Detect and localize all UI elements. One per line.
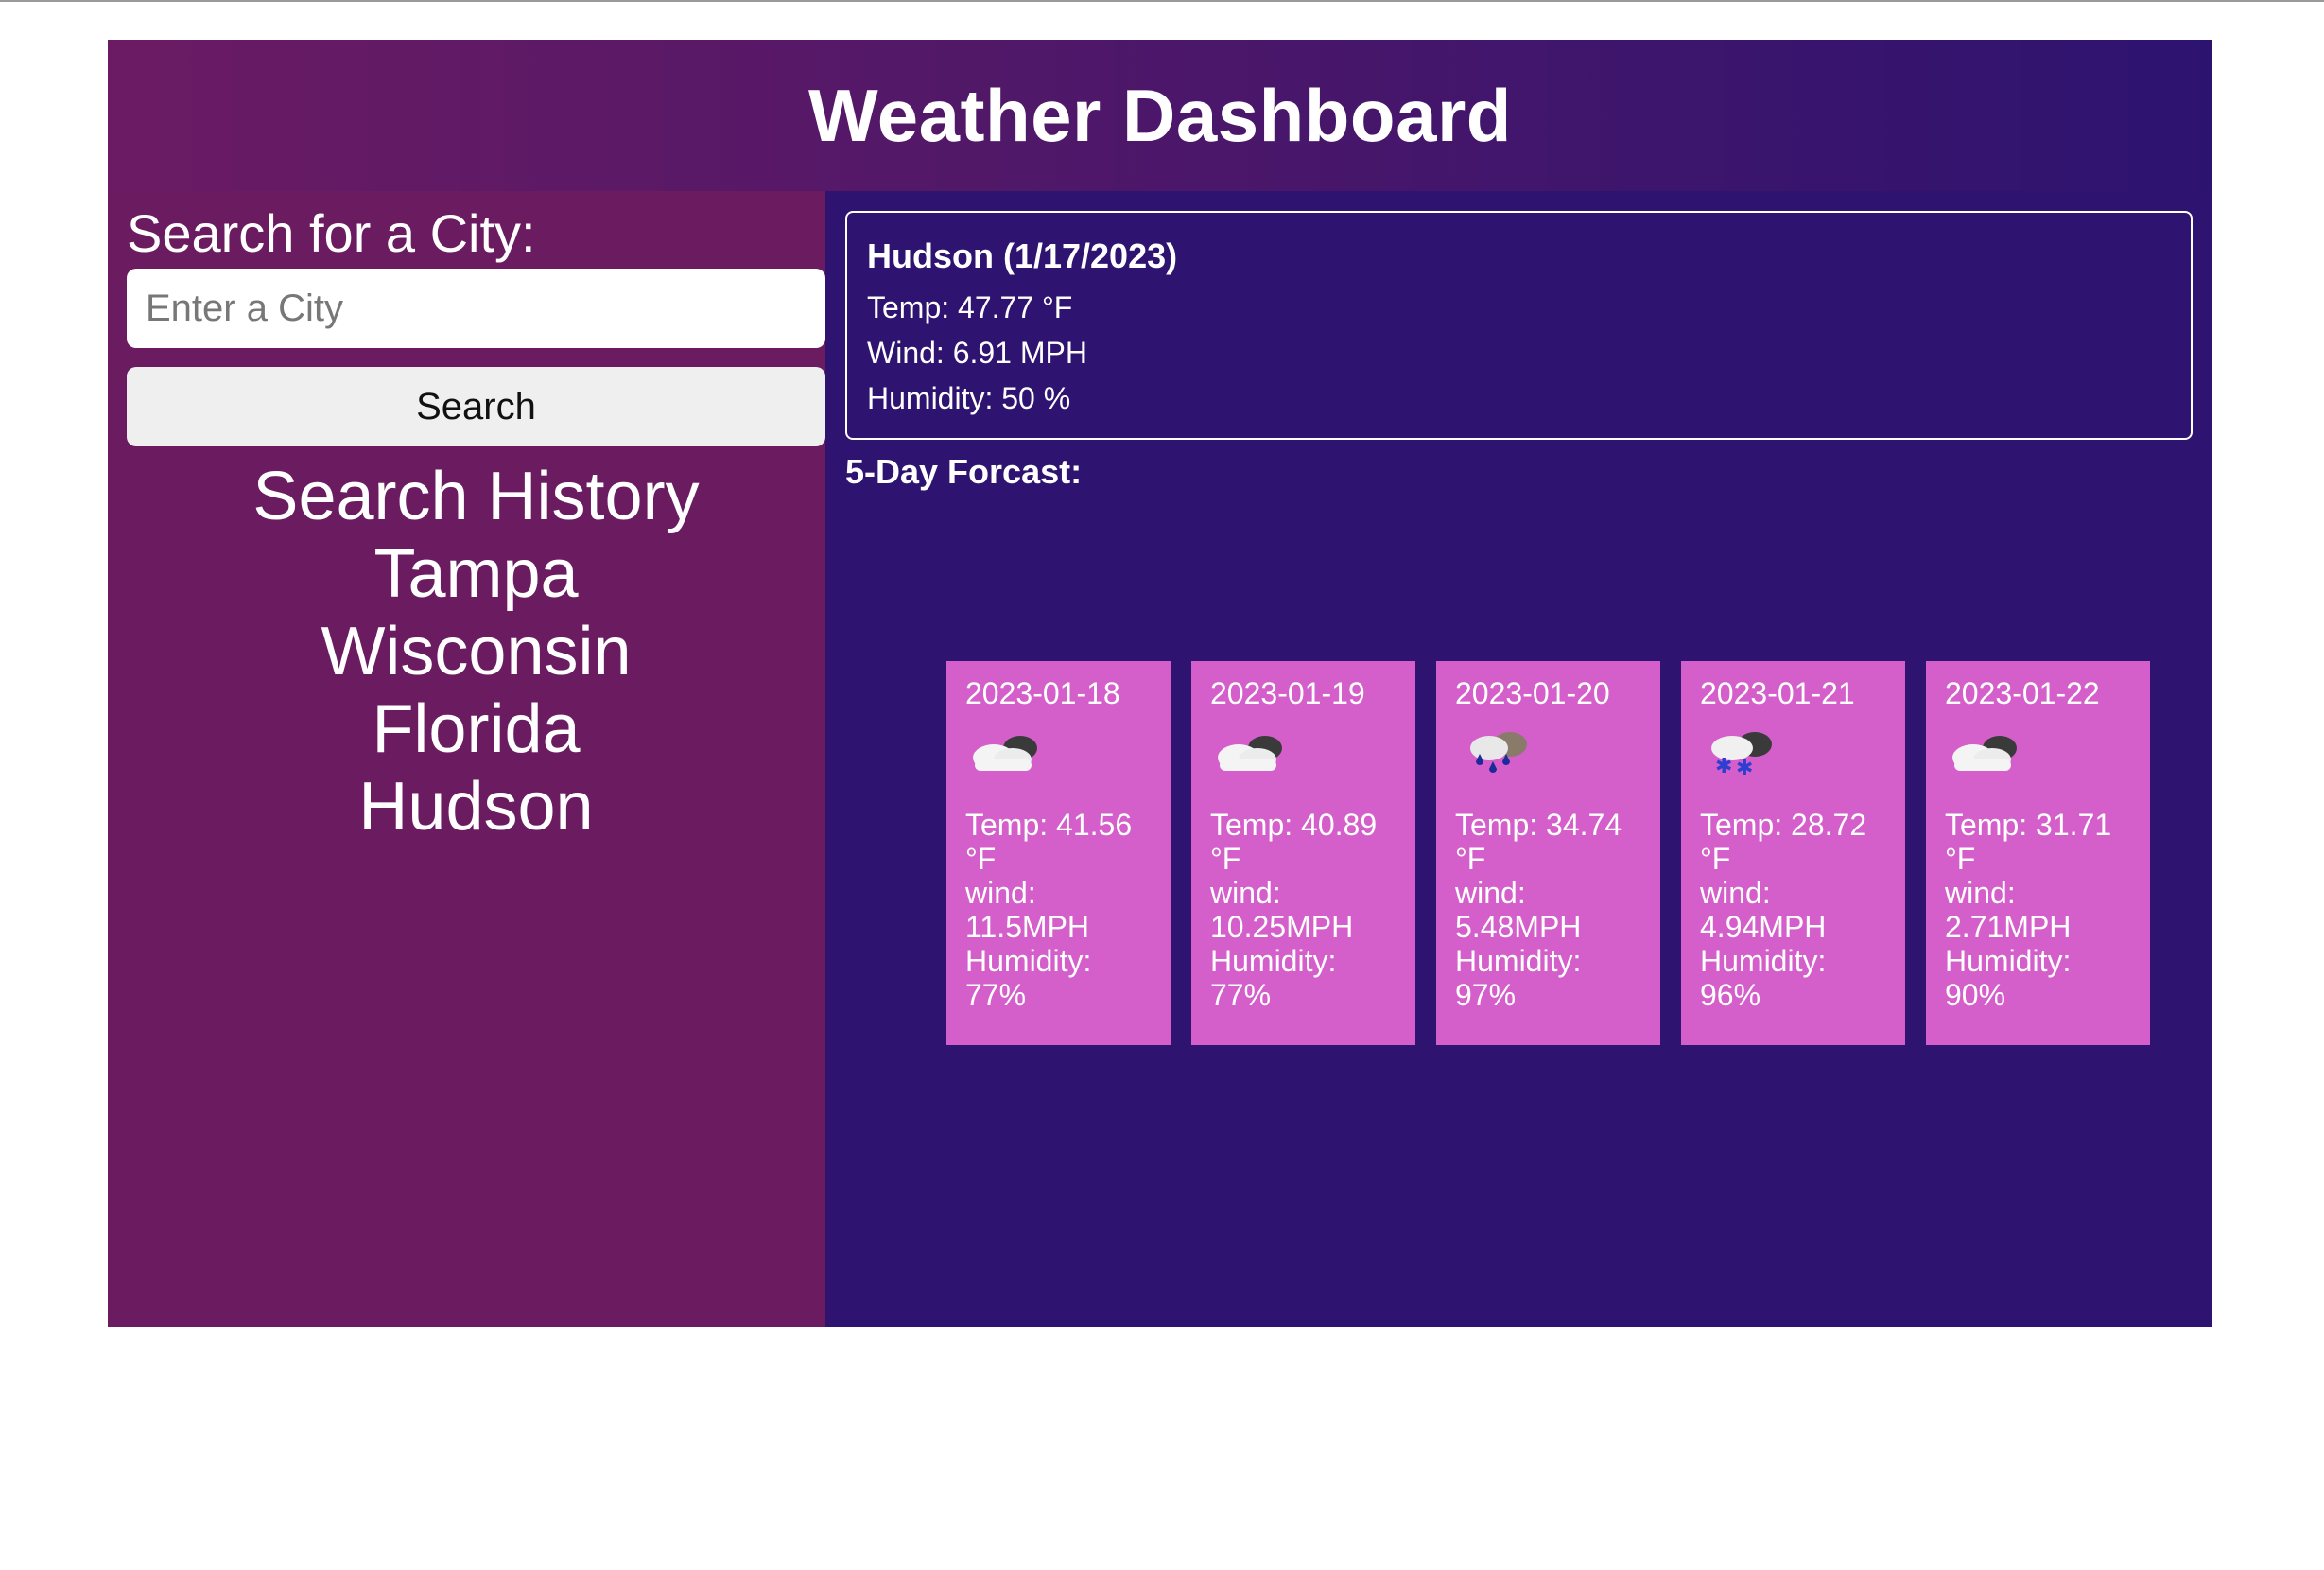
forecast-humidity: 77%: [1210, 978, 1272, 1012]
current-wind: Wind: 6.91 MPH: [867, 336, 1087, 370]
svg-text:✱: ✱: [1715, 755, 1732, 778]
snow-icon: ✱ ✱: [1711, 732, 1772, 780]
forecast-card: 2023-01-19 Temp: 40.89 °F wind: 10.25MPH…: [1191, 661, 1415, 1045]
forecast-humidity-label: Humidity:: [1945, 944, 2072, 978]
forecast-wind: 2.71MPH: [1945, 910, 2072, 944]
forecast-humidity-label: Humidity:: [1455, 944, 1582, 978]
forecast-date: 2023-01-21: [1700, 676, 1855, 710]
page-title: Weather Dashboard: [808, 73, 1512, 157]
forecast-wind-label: wind:: [1455, 876, 1526, 910]
search-button[interactable]: Search: [127, 367, 825, 446]
current-weather-card: Hudson (1/17/2023) Temp: 47.77 °F Wind: …: [845, 211, 2193, 440]
search-sidebar: Search for a City: Search Search History…: [108, 191, 825, 1327]
current-city-title: Hudson (1/17/2023): [867, 236, 1178, 275]
weather-dashboard-app: Weather Dashboard Search for a City: Sea…: [108, 40, 2212, 1327]
forecast-temp-unit: °F: [1945, 842, 1976, 876]
weather-main-panel: Hudson (1/17/2023) Temp: 47.77 °F Wind: …: [825, 191, 2212, 1327]
forecast-wind: 5.48MPH: [1455, 910, 1582, 944]
forecast-card: 2023-01-20 Temp: 34.74 °F wind: 5.48MPH …: [1436, 661, 1660, 1045]
current-humidity: Humidity: 50 %: [867, 381, 1071, 415]
forecast-temp-unit: °F: [1210, 842, 1241, 876]
forecast-temp: Temp: 28.72: [1700, 808, 1867, 842]
history-item-tampa[interactable]: Tampa: [127, 535, 825, 613]
forecast-wind-label: wind:: [1945, 876, 2016, 910]
forecast-temp-unit: °F: [965, 842, 997, 876]
forecast-row: 2023-01-18 Temp: 41.56 °F wind: 11.5MPH …: [946, 661, 2150, 1045]
cloudy-icon: [973, 736, 1037, 771]
svg-text:✱: ✱: [1736, 757, 1753, 780]
forecast-date: 2023-01-19: [1210, 676, 1365, 710]
dashboard-body: Search for a City: Search Search History…: [108, 191, 2212, 1327]
forecast-date: 2023-01-20: [1455, 676, 1610, 710]
forecast-temp: Temp: 31.71: [1945, 808, 2112, 842]
history-item-hudson[interactable]: Hudson: [127, 768, 825, 846]
forecast-title: 5-Day Forcast:: [845, 452, 1083, 491]
current-temp: Temp: 47.77 °F: [867, 290, 1073, 324]
forecast-temp-unit: °F: [1700, 842, 1731, 876]
cloudy-icon: [1218, 736, 1282, 771]
city-search-input[interactable]: [127, 269, 825, 348]
forecast-wind: 10.25MPH: [1210, 910, 1354, 944]
page-header: Weather Dashboard: [108, 40, 2212, 191]
forecast-humidity: 97%: [1455, 978, 1517, 1012]
search-history-title: Search History: [252, 459, 700, 534]
forecast-temp: Temp: 40.89: [1210, 808, 1378, 842]
forecast-date: 2023-01-22: [1945, 676, 2100, 710]
rain-icon: [1470, 732, 1527, 773]
forecast-card: 2023-01-21 ✱ ✱ Temp: 28.72 °F wind: 4.94…: [1681, 661, 1905, 1045]
forecast-date: 2023-01-18: [965, 676, 1120, 710]
top-border: [0, 0, 2324, 2]
forecast-humidity: 96%: [1700, 978, 1761, 1012]
forecast-wind: 11.5MPH: [965, 910, 1090, 944]
forecast-wind-label: wind:: [1700, 876, 1771, 910]
forecast-temp-unit: °F: [1455, 842, 1486, 876]
forecast-humidity: 77%: [965, 978, 1027, 1012]
forecast-humidity: 90%: [1945, 978, 2006, 1012]
forecast-wind-label: wind:: [965, 876, 1036, 910]
forecast-temp: Temp: 41.56: [965, 808, 1133, 842]
forecast-wind-label: wind:: [1210, 876, 1281, 910]
search-history: Search History Tampa Wisconsin Florida H…: [127, 458, 825, 846]
forecast-humidity-label: Humidity:: [1700, 944, 1827, 978]
forecast-wind: 4.94MPH: [1700, 910, 1827, 944]
history-item-wisconsin[interactable]: Wisconsin: [127, 613, 825, 690]
forecast-humidity-label: Humidity:: [965, 944, 1092, 978]
forecast-humidity-label: Humidity:: [1210, 944, 1337, 978]
search-label: Search for a City:: [127, 203, 536, 263]
forecast-temp: Temp: 34.74: [1455, 808, 1622, 842]
forecast-card: 2023-01-22 Temp: 31.71 °F wind: 2.71MPH …: [1926, 661, 2150, 1045]
cloudy-icon: [1952, 736, 2017, 771]
forecast-card: 2023-01-18 Temp: 41.56 °F wind: 11.5MPH …: [946, 661, 1171, 1045]
history-item-florida[interactable]: Florida: [127, 690, 825, 768]
